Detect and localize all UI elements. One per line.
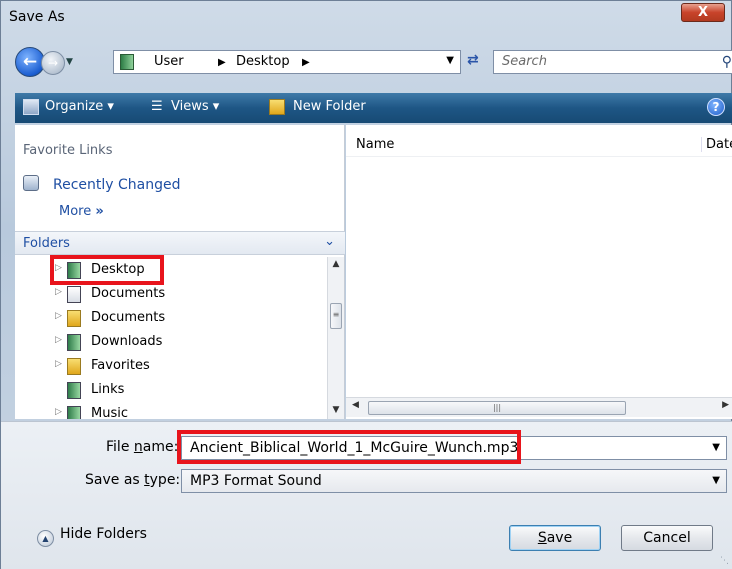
breadcrumb-arrow-icon[interactable]: ▶ [218,57,226,68]
collapse-arrow-icon: ▲ [37,530,54,547]
more-link[interactable]: More » [59,204,104,219]
column-header-date[interactable]: Date [701,137,732,152]
organize-icon [23,99,39,115]
favorite-links-heading: Favorite Links [23,143,113,158]
scroll-right-icon[interactable]: ▶ [722,400,729,410]
cancel-button[interactable]: Cancel [621,525,713,551]
folder-icon [67,382,81,399]
navigation-bar: ← → ▼ User ▶ Desktop ▶ ▼ ⇄ Search ⚲ [15,47,732,77]
address-dropdown-icon[interactable]: ▼ [446,55,454,66]
forward-arrow-icon: → [47,56,59,70]
organize-button[interactable]: Organize ▾ [45,99,114,114]
expand-arrow-icon[interactable]: ▷ [55,335,62,345]
chevron-down-icon[interactable]: ⌄ [324,234,335,249]
folder-tree-scrollbar[interactable]: ▲ ≡ ▼ [327,257,344,419]
document-folder-icon [67,286,81,303]
folder-icon [67,334,81,351]
title-bar: Save As X [1,1,731,35]
expand-arrow-icon[interactable]: ▷ [55,407,62,417]
save-as-dialog: Save As X ← → ▼ User ▶ Desktop ▶ ▼ ⇄ Sea… [0,0,732,569]
breadcrumb-arrow-icon[interactable]: ▶ [302,57,310,68]
views-button[interactable]: Views ▾ [171,99,219,114]
file-name-dropdown-icon[interactable]: ▼ [712,442,720,453]
folder-icon [120,54,134,70]
column-headers: Name Date [346,125,732,157]
address-bar[interactable]: User ▶ Desktop ▶ ▼ [113,50,461,74]
save-button[interactable]: Save [509,525,601,551]
close-button[interactable]: X [681,3,725,22]
scroll-down-icon[interactable]: ▼ [328,405,344,415]
new-folder-button[interactable]: New Folder [293,99,366,114]
save-type-dropdown-icon[interactable]: ▼ [712,475,720,486]
recently-changed-icon [23,175,39,191]
file-name-highlight-box [177,430,521,464]
scroll-up-icon[interactable]: ▲ [328,259,344,269]
breadcrumb-desktop[interactable]: Desktop [236,54,290,69]
refresh-icon[interactable]: ⇄ [467,52,479,68]
views-icon: ☰ [151,99,163,114]
new-folder-icon [269,99,285,115]
hide-folders-button[interactable]: ▲ Hide Folders [37,526,147,547]
favorites-folder-icon [67,358,81,375]
window-title: Save As [9,9,65,25]
file-list-scrollbar[interactable]: ◀ ||| ▶ [346,397,732,417]
favorite-link-recently-changed[interactable]: Recently Changed [23,175,181,193]
search-input[interactable]: Search ⚲ [493,50,732,74]
search-icon[interactable]: ⚲ [722,54,732,70]
help-icon[interactable]: ? [707,98,725,116]
breadcrumb-user[interactable]: User [154,54,184,69]
scroll-thumb[interactable]: ||| [368,401,626,415]
folders-heading: Folders [23,236,70,251]
file-name-label: File name: [106,439,179,455]
desktop-highlight-box [50,255,164,285]
forward-button[interactable]: → [41,51,65,75]
save-as-type-label: Save as type: [85,472,181,488]
command-bar: Organize ▾ ☰ Views ▾ New Folder ? [15,93,732,123]
scroll-left-icon[interactable]: ◀ [352,400,359,410]
history-dropdown-icon[interactable]: ▼ [66,57,73,67]
save-as-type-select[interactable]: MP3 Format Sound ▼ [181,469,727,493]
scroll-thumb[interactable]: ≡ [330,303,342,329]
folders-toggle[interactable]: Folders ⌄ [15,231,345,255]
file-list-pane[interactable]: Name Date ◀ ||| ▶ [346,125,732,419]
column-header-name[interactable]: Name [356,137,394,152]
resize-grip-icon[interactable]: ⋱ [720,556,729,566]
expand-arrow-icon[interactable]: ▷ [55,287,62,297]
folder-icon [67,406,81,419]
folder-icon [67,310,81,327]
expand-arrow-icon[interactable]: ▷ [55,311,62,321]
expand-arrow-icon[interactable]: ▷ [55,359,62,369]
back-arrow-icon: ← [22,52,38,72]
search-placeholder: Search [502,54,547,69]
